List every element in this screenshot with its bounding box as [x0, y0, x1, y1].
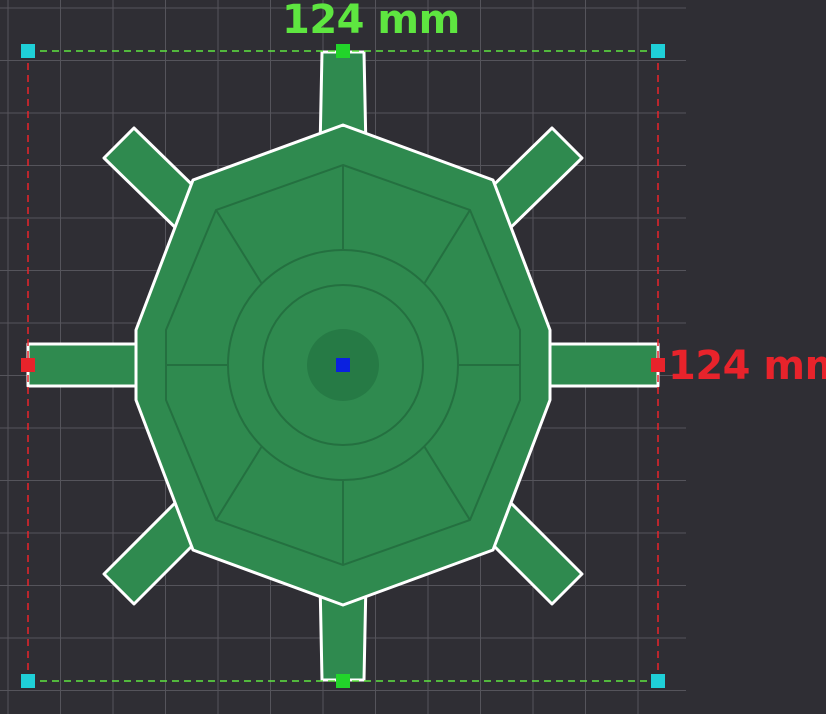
corner-handle-top-right[interactable]: [651, 44, 665, 58]
corner-handle-bottom-left[interactable]: [21, 674, 35, 688]
edge-handle-top[interactable]: [336, 44, 350, 58]
height-dimension-label: 124 mm: [668, 343, 826, 389]
corner-handle-top-left[interactable]: [21, 44, 35, 58]
model-arm-left: [26, 342, 142, 388]
edge-handle-left[interactable]: [21, 358, 35, 372]
model-arm-right: [544, 342, 660, 388]
corner-handle-bottom-right[interactable]: [651, 674, 665, 688]
edge-handle-bottom[interactable]: [336, 674, 350, 688]
edge-handle-right[interactable]: [651, 358, 665, 372]
center-handle[interactable]: [336, 358, 350, 372]
3d-viewport[interactable]: 124 mm 124 mm: [0, 0, 826, 714]
width-dimension-label: 124 mm: [282, 0, 460, 43]
